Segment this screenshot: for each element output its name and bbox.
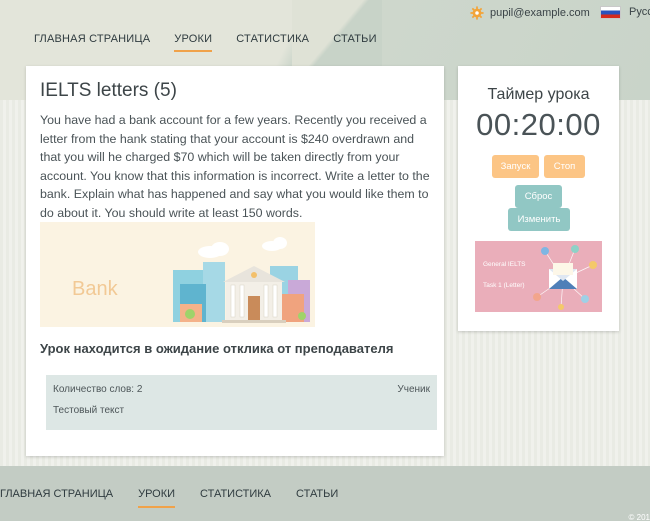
stop-button[interactable]: Стоп bbox=[544, 155, 585, 178]
footer: ГЛАВНАЯ СТРАНИЦА УРОКИ СТАТИСТИКА СТАТЬИ… bbox=[0, 466, 650, 521]
footer-nav: ГЛАВНАЯ СТРАНИЦА УРОКИ СТАТИСТИКА СТАТЬИ bbox=[0, 488, 363, 508]
gear-icon[interactable] bbox=[470, 6, 484, 20]
bank-buildings-graphic bbox=[173, 237, 310, 323]
russian-flag-icon[interactable] bbox=[600, 6, 621, 19]
user-email[interactable]: pupil@example.com bbox=[490, 7, 590, 19]
lesson-card: IELTS letters (5) You have had a bank ac… bbox=[26, 66, 444, 456]
bank-illustration: Bank bbox=[40, 222, 315, 327]
answer-author-role: Ученик bbox=[397, 384, 430, 395]
start-button[interactable]: Запуск bbox=[492, 155, 539, 178]
lesson-timer-card: Таймер урока 00:20:00 Запуск Стоп Сброс … bbox=[458, 66, 619, 331]
footer-nav-articles[interactable]: СТАТЬИ bbox=[296, 488, 338, 508]
footer-nav-home[interactable]: ГЛАВНАЯ СТРАНИЦА bbox=[0, 488, 113, 508]
ielts-letter-banner: General IELTS Task 1 (Letter) bbox=[475, 241, 602, 312]
timer-title: Таймер урока bbox=[487, 86, 590, 103]
footer-nav-statistics[interactable]: СТАТИСТИКА bbox=[200, 488, 271, 508]
timer-display: 00:20:00 bbox=[476, 107, 601, 142]
answer-text: Тестовый текст bbox=[53, 405, 125, 416]
change-button[interactable]: Изменить bbox=[508, 208, 570, 231]
footer-nav-lessons[interactable]: УРОКИ bbox=[138, 488, 176, 508]
lesson-task: You have had a bank account for a few ye… bbox=[40, 113, 430, 220]
lesson-title: IELTS letters (5) bbox=[40, 80, 177, 101]
nav-lessons[interactable]: УРОКИ bbox=[174, 33, 213, 52]
language-selector[interactable]: Русс bbox=[629, 6, 650, 18]
lesson-status: Урок находится в ожидание отклика от пре… bbox=[40, 341, 394, 356]
student-answer[interactable]: Количество слов: 2 Ученик Тестовый текст bbox=[46, 375, 437, 430]
word-count: Количество слов: 2 bbox=[53, 384, 143, 395]
envelope-icon bbox=[533, 245, 597, 310]
nav-home[interactable]: ГЛАВНАЯ СТРАНИЦА bbox=[34, 33, 150, 52]
user-menu[interactable]: pupil@example.com bbox=[470, 5, 590, 21]
nav-articles[interactable]: СТАТЬИ bbox=[333, 33, 376, 52]
copyright: © 201 bbox=[628, 513, 650, 521]
reset-button[interactable]: Сброс bbox=[515, 185, 562, 208]
main-nav: ГЛАВНАЯ СТРАНИЦА УРОКИ СТАТИСТИКА СТАТЬИ bbox=[34, 33, 401, 52]
nav-statistics[interactable]: СТАТИСТИКА bbox=[236, 33, 309, 52]
